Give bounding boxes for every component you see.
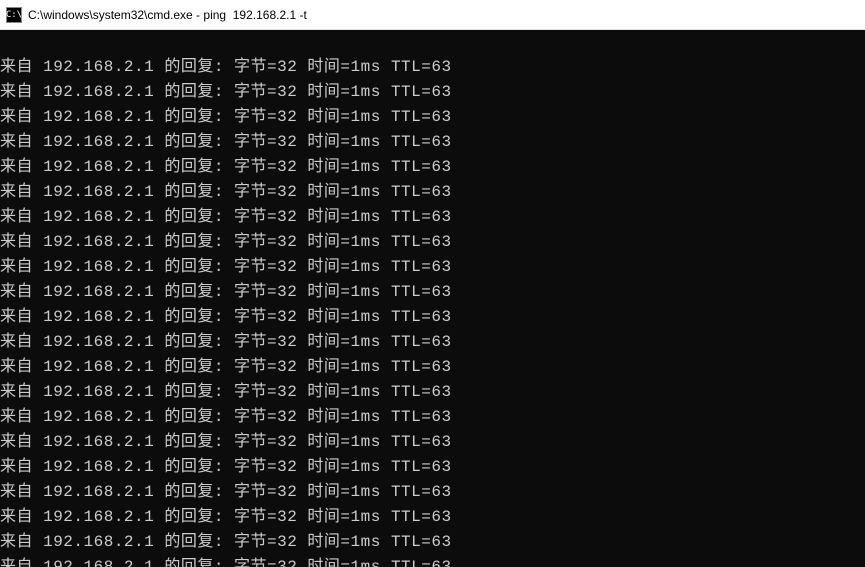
ping-reply-line: 来自 192.168.2.1 的回复: 字节=32 时间=1ms TTL=63	[0, 505, 865, 530]
window-titlebar[interactable]: C:\ C:\windows\system32\cmd.exe - ping 1…	[0, 0, 865, 30]
ping-reply-line: 来自 192.168.2.1 的回复: 字节=32 时间=1ms TTL=63	[0, 130, 865, 155]
ping-reply-line: 来自 192.168.2.1 的回复: 字节=32 时间=1ms TTL=63	[0, 405, 865, 430]
ping-reply-line: 来自 192.168.2.1 的回复: 字节=32 时间=1ms TTL=63	[0, 430, 865, 455]
ping-reply-line: 来自 192.168.2.1 的回复: 字节=32 时间=1ms TTL=63	[0, 155, 865, 180]
ping-reply-line: 来自 192.168.2.1 的回复: 字节=32 时间=1ms TTL=63	[0, 455, 865, 480]
ping-reply-line: 来自 192.168.2.1 的回复: 字节=32 时间=1ms TTL=63	[0, 380, 865, 405]
ping-reply-line: 来自 192.168.2.1 的回复: 字节=32 时间=1ms TTL=63	[0, 555, 865, 567]
ping-reply-line: 来自 192.168.2.1 的回复: 字节=32 时间=1ms TTL=63	[0, 55, 865, 80]
ping-reply-line: 来自 192.168.2.1 的回复: 字节=32 时间=1ms TTL=63	[0, 80, 865, 105]
ping-reply-line: 来自 192.168.2.1 的回复: 字节=32 时间=1ms TTL=63	[0, 255, 865, 280]
ping-reply-line: 来自 192.168.2.1 的回复: 字节=32 时间=1ms TTL=63	[0, 105, 865, 130]
ping-reply-line: 来自 192.168.2.1 的回复: 字节=32 时间=1ms TTL=63	[0, 305, 865, 330]
ping-reply-line: 来自 192.168.2.1 的回复: 字节=32 时间=1ms TTL=63	[0, 530, 865, 555]
terminal-output[interactable]: 来自 192.168.2.1 的回复: 字节=32 时间=1ms TTL=63来…	[0, 30, 865, 567]
window-title: C:\windows\system32\cmd.exe - ping 192.1…	[28, 8, 307, 22]
ping-reply-line: 来自 192.168.2.1 的回复: 字节=32 时间=1ms TTL=63	[0, 330, 865, 355]
ping-reply-line: 来自 192.168.2.1 的回复: 字节=32 时间=1ms TTL=63	[0, 355, 865, 380]
ping-reply-line: 来自 192.168.2.1 的回复: 字节=32 时间=1ms TTL=63	[0, 480, 865, 505]
ping-reply-line: 来自 192.168.2.1 的回复: 字节=32 时间=1ms TTL=63	[0, 180, 865, 205]
ping-reply-line: 来自 192.168.2.1 的回复: 字节=32 时间=1ms TTL=63	[0, 280, 865, 305]
ping-reply-line: 来自 192.168.2.1 的回复: 字节=32 时间=1ms TTL=63	[0, 205, 865, 230]
ping-reply-line: 来自 192.168.2.1 的回复: 字节=32 时间=1ms TTL=63	[0, 230, 865, 255]
cmd-icon: C:\	[6, 7, 22, 23]
